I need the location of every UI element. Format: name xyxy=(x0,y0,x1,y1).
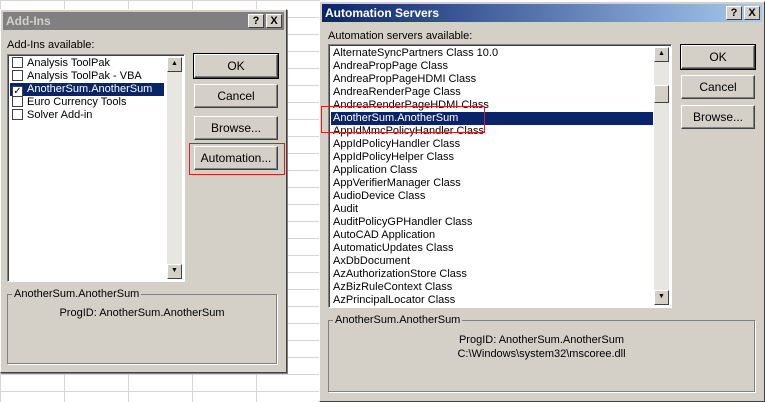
automation-list-label: Automation servers available: xyxy=(328,30,472,42)
close-button[interactable]: X xyxy=(744,6,760,20)
checkbox-icon[interactable] xyxy=(12,57,23,68)
addins-group-title: AnotherSum.AnotherSum xyxy=(12,288,142,300)
automation-highlight-box xyxy=(189,143,285,175)
automation-server-item[interactable]: AutoCAD Application xyxy=(331,229,653,242)
addins-progid: ProgID: AnotherSum.AnotherSum xyxy=(59,307,225,319)
automation-title: Automation Servers xyxy=(325,6,440,20)
automation-server-item[interactable]: AudioDevice Class xyxy=(331,190,653,203)
automation-server-item[interactable]: AppIdPolicyHandler Class xyxy=(331,138,653,151)
automation-server-item[interactable]: AppIdPolicyHelper Class xyxy=(331,151,653,164)
addins-description-group: AnotherSum.AnotherSum ProgID: AnotherSum… xyxy=(7,288,277,364)
addin-list-item[interactable]: Solver Add-in xyxy=(10,109,164,122)
addins-scrollbar[interactable]: ▲ ▼ xyxy=(167,57,182,279)
addins-cancel-button[interactable]: Cancel xyxy=(194,84,278,108)
checkbox-icon[interactable] xyxy=(12,96,23,107)
automation-server-item[interactable]: AxDbDocument xyxy=(331,255,653,268)
addin-item-label: Analysis ToolPak - VBA xyxy=(27,70,142,82)
scroll-thumb[interactable] xyxy=(654,85,669,103)
automation-server-item[interactable]: AndreaRenderPage Class xyxy=(331,86,653,99)
automation-ok-button[interactable]: OK xyxy=(680,44,756,70)
automation-server-item[interactable]: AndreaPropPageHDMI Class xyxy=(331,73,653,86)
addins-browse-button[interactable]: Browse... xyxy=(194,116,278,140)
addins-titlebar: Add-Ins ? X xyxy=(3,12,284,30)
anothersum-highlight-box xyxy=(321,106,485,133)
addin-item-label: Euro Currency Tools xyxy=(27,96,127,108)
automation-server-item[interactable]: AzBizRuleContext Class xyxy=(331,281,653,294)
automation-browse-button[interactable]: Browse... xyxy=(681,105,755,129)
automation-scrollbar[interactable]: ▲ ▼ xyxy=(654,47,669,305)
addins-ok-button[interactable]: OK xyxy=(193,53,279,79)
scroll-down-arrow-icon[interactable]: ▼ xyxy=(654,290,669,305)
addin-list-item[interactable]: Analysis ToolPak - VBA xyxy=(10,70,164,83)
automation-server-item[interactable]: AzPrincipalLocator Class xyxy=(331,294,653,307)
automation-server-item[interactable]: AndreaPropPage Class xyxy=(331,60,653,73)
automation-server-item[interactable]: Application Class xyxy=(331,164,653,177)
scroll-down-arrow-icon[interactable]: ▼ xyxy=(167,264,182,279)
addins-list-label: Add-Ins available: xyxy=(7,39,94,51)
automation-server-item[interactable]: AutomaticUpdates Class xyxy=(331,242,653,255)
addins-title: Add-Ins xyxy=(6,14,51,28)
automation-server-item[interactable]: AuditPolicyGPHandler Class xyxy=(331,216,653,229)
automation-description-group: AnotherSum.AnotherSum ProgID: AnotherSum… xyxy=(328,314,755,392)
checkbox-icon[interactable] xyxy=(12,109,23,120)
scroll-up-arrow-icon[interactable]: ▲ xyxy=(167,57,182,72)
addin-list-item[interactable]: ✓ AnotherSum.AnotherSum xyxy=(10,83,164,97)
addin-list-item[interactable]: Euro Currency Tools xyxy=(10,96,164,109)
addins-list-label-text: Add-Ins available: xyxy=(7,39,95,51)
automation-progid: ProgID: AnotherSum.AnotherSum xyxy=(458,334,625,346)
automation-group-title: AnotherSum.AnotherSum xyxy=(333,314,463,326)
close-button[interactable]: X xyxy=(266,14,282,28)
addin-list-item[interactable]: Analysis ToolPak xyxy=(10,57,164,70)
automation-server-item[interactable]: AlternateSyncPartners Class 10.0 xyxy=(331,47,653,60)
automation-dialog: Automation Servers ? X Automation server… xyxy=(319,1,765,402)
addin-item-label: Analysis ToolPak xyxy=(27,57,110,69)
automation-server-item[interactable]: AzAuthorizationStore Class xyxy=(331,268,653,281)
automation-list-label-text: Automation servers available: xyxy=(328,30,473,42)
automation-cancel-button[interactable]: Cancel xyxy=(681,75,755,99)
addins-listbox[interactable]: Analysis ToolPak Analysis ToolPak - VBA ✓ A… xyxy=(7,54,185,282)
addin-item-label: Solver Add-in xyxy=(27,109,93,121)
scroll-up-arrow-icon[interactable]: ▲ xyxy=(654,47,669,62)
automation-dll-path: C:\Windows\system32\mscoree.dll xyxy=(457,348,626,360)
automation-titlebar: Automation Servers ? X xyxy=(322,4,762,22)
addins-dialog: Add-Ins ? X Add-Ins available: Analysis … xyxy=(0,9,287,373)
help-button[interactable]: ? xyxy=(248,14,264,28)
automation-listbox[interactable]: AlternateSyncPartners Class 10.0 AndreaPr… xyxy=(328,44,672,308)
addin-item-label: AnotherSum.AnotherSum xyxy=(27,83,153,95)
help-button[interactable]: ? xyxy=(726,6,742,20)
automation-server-item[interactable]: AppVerifierManager Class xyxy=(331,177,653,190)
automation-server-item[interactable]: Audit xyxy=(331,203,653,216)
checkbox-icon[interactable] xyxy=(12,70,23,81)
